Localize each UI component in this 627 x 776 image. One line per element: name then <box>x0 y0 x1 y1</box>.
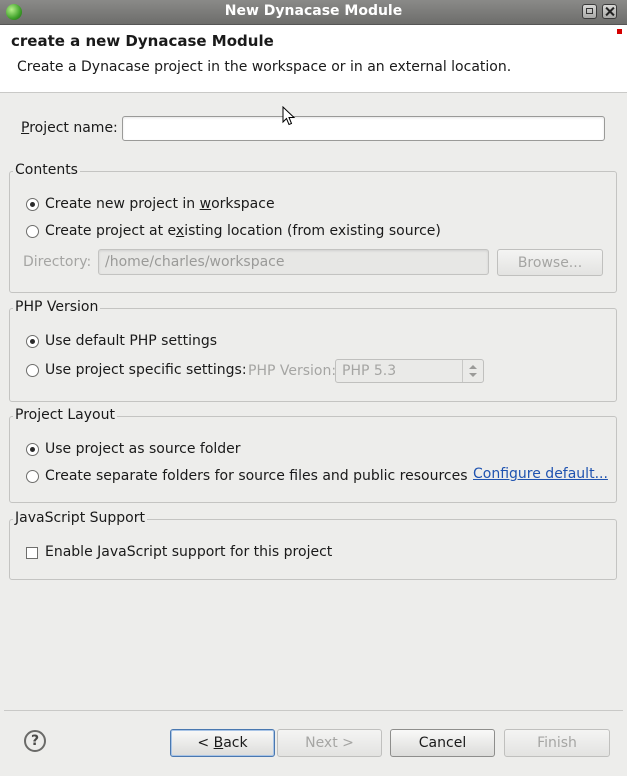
project-layout-group <box>9 416 617 503</box>
browse-button[interactable]: Browse... <box>497 249 603 276</box>
back-button[interactable]: < Back <box>170 729 275 757</box>
php-version-label: PHP Version: <box>248 363 337 379</box>
window-titlebar[interactable]: New Dynacase Module <box>0 0 627 25</box>
project-name-label: Project name: <box>21 120 118 136</box>
window-title: New Dynacase Module <box>224 3 403 19</box>
specific-php-label[interactable]: Use project specific settings: <box>45 362 247 378</box>
php-version-value: PHP 5.3 <box>342 363 397 379</box>
default-php-label[interactable]: Use default PHP settings <box>45 333 217 349</box>
source-folder-label[interactable]: Use project as source folder <box>45 441 241 457</box>
mouse-cursor-icon <box>282 106 296 126</box>
wizard-header: create a new Dynacase Module Create a Dy… <box>0 25 627 93</box>
contents-group-title: Contents <box>13 162 80 178</box>
project-name-input[interactable] <box>122 116 605 141</box>
enable-javascript-checkbox[interactable] <box>26 547 38 559</box>
next-button[interactable]: Next > <box>277 729 382 757</box>
create-new-project-label[interactable]: Create new project in workspace <box>45 196 275 212</box>
specific-php-radio[interactable] <box>26 364 39 377</box>
create-new-project-radio[interactable] <box>26 198 39 211</box>
directory-input[interactable]: /home/charles/workspace <box>98 249 489 275</box>
project-layout-group-title: Project Layout <box>13 407 117 423</box>
header-marker-icon <box>617 29 622 34</box>
select-arrows-icon <box>462 360 483 382</box>
existing-location-radio[interactable] <box>26 225 39 238</box>
finish-button[interactable]: Finish <box>504 729 610 757</box>
configure-default-link[interactable]: Configure default... <box>473 466 608 482</box>
separate-folders-label[interactable]: Create separate folders for source files… <box>45 468 468 484</box>
footer-separator <box>4 710 623 711</box>
wizard-title: create a new Dynacase Module <box>11 32 274 50</box>
help-icon[interactable]: ? <box>24 730 46 752</box>
cancel-button[interactable]: Cancel <box>390 729 495 757</box>
existing-location-label[interactable]: Create project at existing location (fro… <box>45 223 441 239</box>
php-version-group-title: PHP Version <box>13 299 101 315</box>
separate-folders-radio[interactable] <box>26 470 39 483</box>
source-folder-radio[interactable] <box>26 443 39 456</box>
php-version-select[interactable]: PHP 5.3 <box>335 359 484 383</box>
default-php-radio[interactable] <box>26 335 39 348</box>
directory-label: Directory: <box>23 254 92 270</box>
enable-javascript-label[interactable]: Enable JavaScript support for this proje… <box>45 544 332 560</box>
close-icon[interactable] <box>602 4 617 19</box>
maximize-icon[interactable] <box>582 4 597 19</box>
javascript-support-group-title: JavaScript Support <box>13 510 147 526</box>
php-version-group <box>9 308 617 402</box>
wizard-description: Create a Dynacase project in the workspa… <box>17 59 512 75</box>
